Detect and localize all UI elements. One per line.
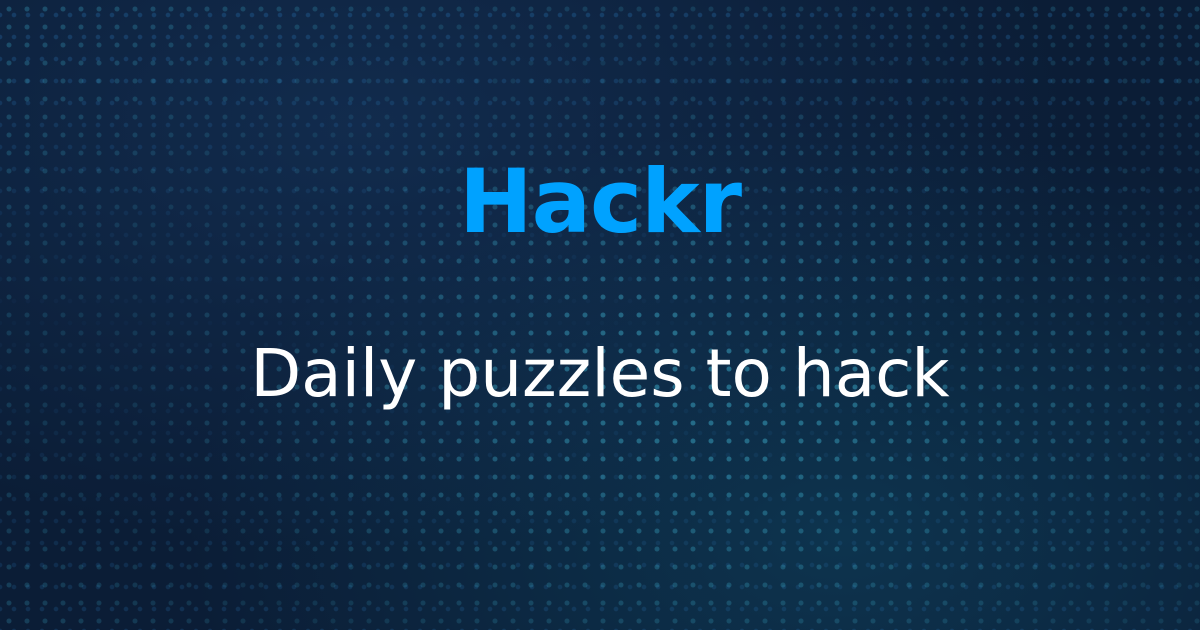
brand-logo-text: Hackr bbox=[458, 150, 742, 253]
tagline: Daily puzzles to hack bbox=[250, 335, 950, 412]
dot-pattern-foreground bbox=[0, 0, 1200, 630]
